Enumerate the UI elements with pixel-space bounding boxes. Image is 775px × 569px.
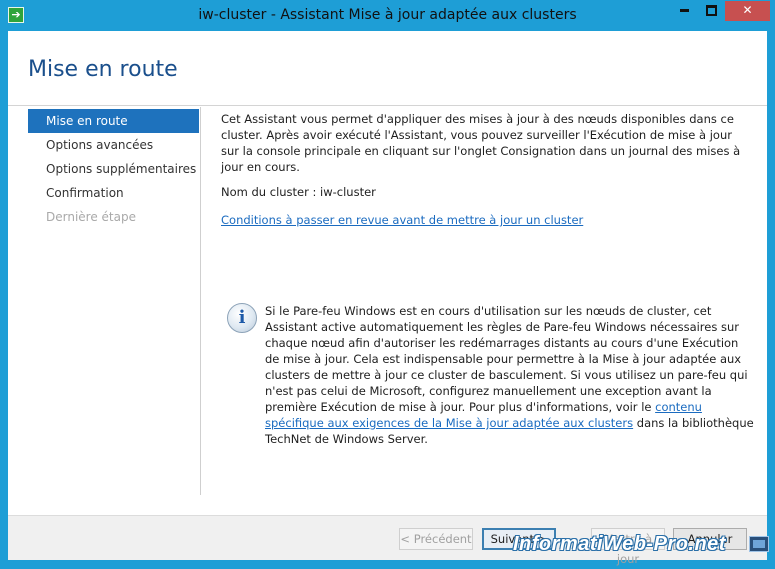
step-confirmation[interactable]: Confirmation [28, 181, 199, 205]
step-derniere-etape: Dernière étape [46, 210, 136, 224]
cluster-name: Nom du cluster : iw-cluster [221, 185, 376, 199]
window-title: iw-cluster - Assistant Mise à jour adapt… [198, 7, 577, 23]
watermark-text: InformatiWeb-Pro.net [513, 533, 726, 555]
minimize-icon [680, 9, 689, 12]
step-options-supplementaires[interactable]: Options supplémentaires [28, 157, 199, 181]
info-icon: i [227, 303, 257, 333]
firewall-info-text-start: Si le Pare-feu Windows est en cours d'ut… [265, 304, 748, 414]
nav-divider [200, 107, 201, 495]
maximize-button[interactable] [698, 1, 725, 21]
wizard-header: Mise en route [8, 31, 767, 106]
page-title: Mise en route [28, 57, 178, 82]
close-icon: ✕ [742, 3, 753, 17]
intro-text: Cet Assistant vous permet d'appliquer de… [221, 112, 741, 174]
watermark-logo-icon [749, 536, 769, 552]
wizard-body: Mise en route Mise en route Options avan… [8, 31, 767, 566]
title-bar[interactable]: ➔ iw-cluster - Assistant Mise à jour ada… [0, 0, 775, 32]
conditions-link[interactable]: Conditions à passer en revue avant de me… [221, 213, 751, 227]
wizard-window: ➔ iw-cluster - Assistant Mise à jour ada… [0, 0, 775, 567]
maximize-icon [706, 5, 717, 16]
firewall-info-text: Si le Pare-feu Windows est en cours d'ut… [265, 303, 755, 447]
step-options-avancees[interactable]: Options avancées [28, 133, 199, 157]
previous-button: < Précédent [399, 528, 473, 550]
app-icon: ➔ [8, 7, 24, 23]
wizard-steps-nav: Mise en route Options avancées Options s… [28, 109, 199, 229]
main-content: Cet Assistant vous permet d'appliquer de… [221, 111, 751, 227]
minimize-button[interactable] [671, 1, 698, 21]
close-button[interactable]: ✕ [725, 1, 770, 21]
step-mise-en-route[interactable]: Mise en route [28, 109, 199, 133]
